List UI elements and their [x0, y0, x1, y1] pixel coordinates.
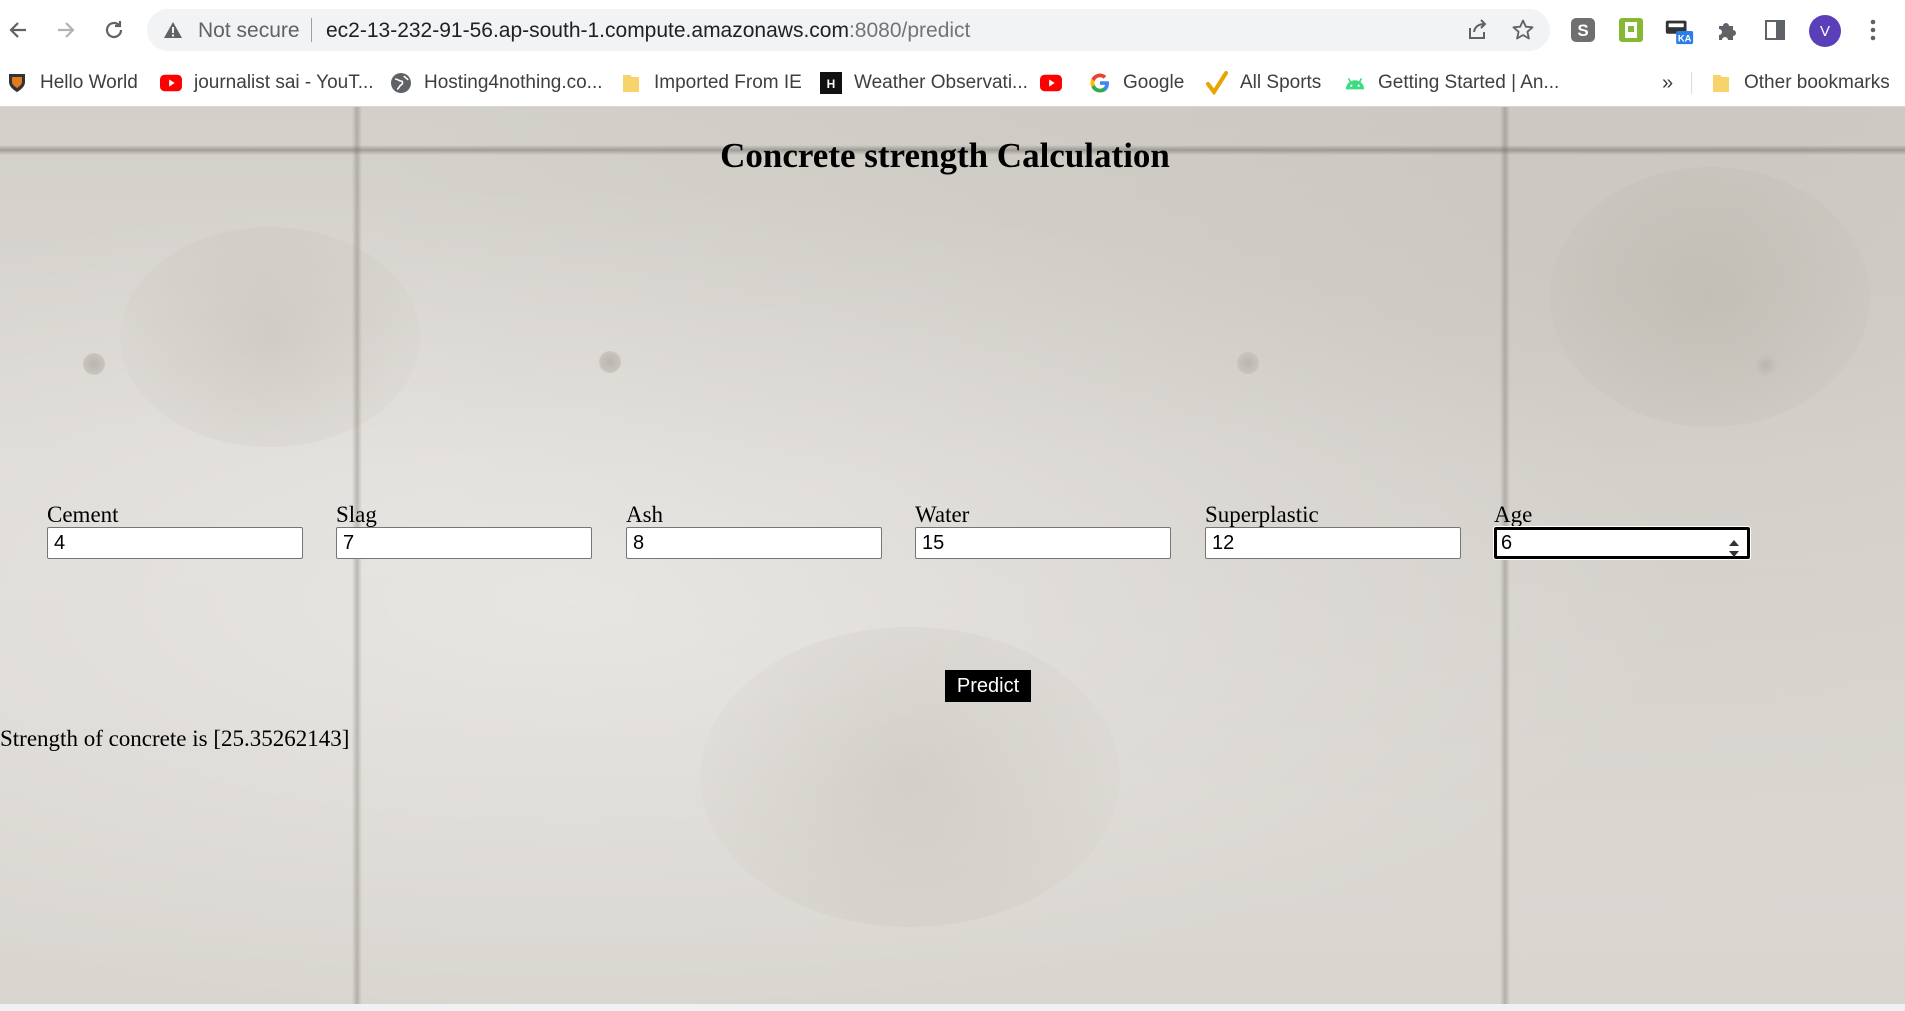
concrete-tie-hole: [599, 351, 621, 373]
bookmarks-separator: [1691, 72, 1692, 94]
android-icon: [1344, 72, 1366, 94]
youtube-icon: [160, 72, 182, 94]
address-bar[interactable]: Not secure ec2-13-232-91-56.ap-south-1.c…: [147, 9, 1550, 51]
kebab-menu-icon: [1870, 19, 1876, 41]
number-spinner[interactable]: [1728, 536, 1740, 560]
water-input[interactable]: [915, 527, 1171, 559]
svg-text:H: H: [827, 77, 836, 91]
bookmark-label: All Sports: [1240, 72, 1322, 93]
folder-icon: [1710, 72, 1732, 94]
url-text[interactable]: ec2-13-232-91-56.ap-south-1.compute.amaz…: [326, 19, 970, 43]
address-separator: [311, 18, 312, 42]
ka-badge: KA: [1678, 32, 1692, 43]
globe-icon: [390, 72, 412, 94]
bookmark-label: journalist sai - YouT...: [194, 72, 374, 93]
bookmark-journalist-sai[interactable]: journalist sai - YouT...: [160, 60, 374, 106]
age-field: Age: [1493, 502, 1751, 560]
reload-icon: [105, 21, 123, 39]
youtube-icon: [1040, 72, 1062, 94]
concrete-stain: [1550, 167, 1870, 427]
bookmarks-bar: Hello World journalist sai - YouT... Hos…: [0, 60, 1905, 107]
slag-input[interactable]: [336, 527, 592, 559]
age-label: Age: [1494, 502, 1533, 527]
water-field: Water: [915, 503, 1171, 559]
cement-field: Cement: [47, 503, 303, 559]
security-label[interactable]: Not secure: [198, 19, 300, 43]
concrete-stain: [120, 227, 420, 447]
extension-green-button[interactable]: [1615, 14, 1647, 46]
page-title: Concrete strength Calculation: [720, 136, 1170, 175]
forward-button[interactable]: [48, 12, 84, 48]
slag-label: Slag: [336, 502, 377, 527]
extension-s-button[interactable]: S: [1567, 14, 1599, 46]
forward-arrow-icon: [58, 22, 75, 38]
concrete-stain: [700, 627, 1120, 927]
side-panel-icon: [1765, 20, 1785, 40]
side-panel-button[interactable]: [1759, 14, 1791, 46]
ash-label: Ash: [626, 502, 664, 527]
cement-label: Cement: [47, 502, 119, 527]
share-icon[interactable]: [1465, 18, 1489, 42]
predict-button[interactable]: Predict: [945, 670, 1031, 702]
cement-input[interactable]: [47, 527, 303, 559]
superplastic-input[interactable]: [1205, 527, 1461, 559]
ash-field: Ash: [626, 503, 882, 559]
bookmark-imported-from-ie[interactable]: Imported From IE: [620, 60, 802, 106]
superplastic-field: Superplastic: [1205, 503, 1461, 559]
checkmark-icon: [1206, 71, 1228, 95]
concrete-tie-hole: [1755, 354, 1777, 376]
water-label: Water: [915, 502, 970, 527]
bookmark-youtube[interactable]: [1040, 60, 1074, 106]
age-input[interactable]: [1493, 526, 1751, 560]
back-button[interactable]: [0, 12, 36, 48]
url-host: ec2-13-232-91-56.ap-south-1.compute.amaz…: [326, 19, 849, 42]
svg-text:S: S: [1577, 21, 1588, 40]
slag-field: Slag: [336, 503, 592, 559]
extensions-button[interactable]: [1711, 14, 1743, 46]
profile-avatar[interactable]: V: [1809, 15, 1841, 47]
superplastic-label: Superplastic: [1205, 502, 1319, 527]
bookmark-label: Hosting4nothing.co...: [424, 72, 603, 93]
hackerrank-icon: H: [820, 72, 842, 94]
reload-button[interactable]: [96, 12, 132, 48]
bookmark-label: Other bookmarks: [1744, 72, 1890, 93]
bookmark-hello-world[interactable]: Hello World: [6, 60, 138, 106]
browser-toolbar: Not secure ec2-13-232-91-56.ap-south-1.c…: [0, 0, 1905, 60]
shield-crest-icon: [6, 72, 28, 94]
bookmark-getting-started[interactable]: Getting Started | An...: [1344, 60, 1559, 106]
bookmark-other-bookmarks[interactable]: Other bookmarks: [1710, 60, 1890, 106]
window-bottom-edge: [0, 1004, 1905, 1011]
bookmarks-overflow-chevron[interactable]: »: [1662, 60, 1673, 106]
bookmark-label: Google: [1123, 72, 1185, 93]
browser-menu-button[interactable]: [1857, 14, 1889, 46]
url-path: :8080/predict: [848, 19, 971, 42]
bookmark-hosting4nothing[interactable]: Hosting4nothing.co...: [390, 60, 603, 106]
s-extension-icon: S: [1571, 18, 1595, 42]
concrete-tie-hole: [1237, 352, 1259, 374]
puzzle-piece-icon: [1719, 23, 1736, 40]
prediction-result: Strength of concrete is [25.35262143]: [0, 726, 350, 751]
back-arrow-icon: [9, 22, 26, 38]
bookmark-label: Getting Started | An...: [1378, 72, 1560, 93]
bookmark-label: Hello World: [40, 72, 138, 93]
bookmark-google[interactable]: Google: [1089, 60, 1184, 106]
bookmark-label: Weather Observati...: [854, 72, 1028, 93]
warning-triangle-icon[interactable]: [163, 20, 183, 40]
folder-icon: [620, 72, 642, 94]
google-icon: [1089, 72, 1111, 94]
bookmark-star-icon[interactable]: [1511, 18, 1535, 42]
bookmark-label: Imported From IE: [654, 72, 802, 93]
green-extension-icon: [1619, 18, 1643, 42]
bookmark-all-sports[interactable]: All Sports: [1206, 60, 1321, 106]
ash-input[interactable]: [626, 527, 882, 559]
bookmark-weather-observation[interactable]: H Weather Observati...: [820, 60, 1028, 106]
ka-extension-icon: KA: [1665, 20, 1694, 45]
spinner-down-icon[interactable]: [1728, 550, 1740, 558]
spinner-up-icon[interactable]: [1728, 539, 1740, 547]
extension-ka-button[interactable]: KA: [1663, 14, 1695, 46]
concrete-tie-hole: [83, 353, 105, 375]
